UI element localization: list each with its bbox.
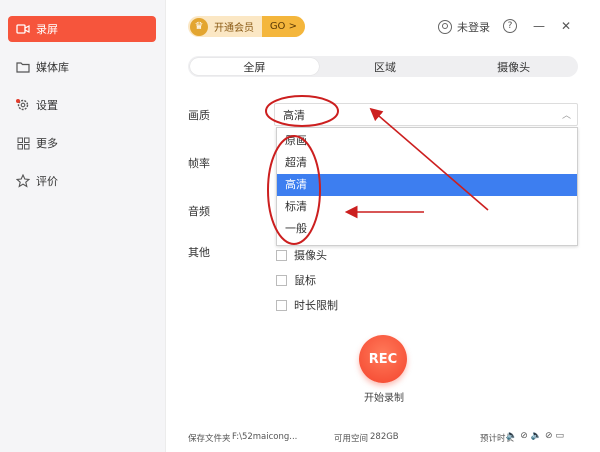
sidebar-item-label: 更多 [36, 137, 58, 150]
quality-option-standard[interactable]: 标清 [277, 196, 577, 218]
quality-option-ultra[interactable]: 超清 [277, 152, 577, 174]
sidebar-item-label: 设置 [36, 99, 58, 112]
vip-banner[interactable]: ♛ 开通会员 GO > [188, 16, 305, 37]
video-camera-icon [16, 22, 30, 36]
folder-icon [16, 60, 30, 74]
close-button[interactable]: ✕ [559, 19, 573, 33]
sidebar-item-media[interactable]: 媒体库 [8, 54, 156, 80]
checkbox-camera[interactable]: 摄像头 [276, 247, 327, 263]
checkbox-box[interactable] [276, 249, 287, 261]
checkbox-box[interactable] [276, 299, 287, 311]
checkbox-label: 摄像头 [294, 249, 327, 262]
framerate-label: 帧率 [188, 157, 210, 170]
status-folder-path[interactable]: F:\52maicong... [232, 432, 297, 442]
vip-go-button[interactable]: GO > [261, 16, 305, 37]
quality-dropdown: 原画 超清 高清 标清 一般 [276, 127, 578, 246]
sidebar-item-label: 录屏 [36, 23, 58, 36]
sidebar-item-rate[interactable]: 评价 [8, 168, 156, 194]
audio-label: 音频 [188, 205, 210, 218]
checkbox-box[interactable] [276, 274, 287, 286]
quality-select[interactable]: 高清 ︿ [274, 103, 578, 126]
sidebar-item-more[interactable]: 更多 [8, 130, 156, 156]
rec-button[interactable]: REC [359, 335, 407, 383]
sidebar-item-settings[interactable]: 设置 [8, 92, 156, 118]
checkbox-label: 时长限制 [294, 299, 338, 312]
mode-tabs: 全屏 区域 摄像头 [188, 56, 578, 77]
quality-option-high[interactable]: 高清 [277, 174, 577, 196]
mute-icon: ⊘ [544, 431, 553, 441]
login-label: 未登录 [457, 21, 490, 34]
tab-region[interactable]: 区域 [321, 56, 450, 77]
status-space-label: 可用空间 [334, 434, 369, 444]
star-icon [16, 174, 30, 188]
checkbox-label: 鼠标 [294, 274, 316, 287]
checkbox-mouse[interactable]: 鼠标 [276, 272, 316, 288]
crown-icon: ♛ [190, 17, 208, 36]
main-panel: ♛ 开通会员 GO > 未登录 ? — ✕ 全屏 区域 摄像头 画质 帧率 音频… [166, 0, 600, 452]
quality-option-original[interactable]: 原画 [277, 130, 577, 152]
status-icons: 🔈 ⊘ 🔈 ⊘ ▭ [506, 431, 567, 441]
rec-caption: 开始录制 [364, 393, 404, 404]
user-icon [438, 20, 452, 34]
camera-icon: ▭ [555, 431, 565, 441]
status-folder-label: 保存文件夹 [188, 434, 231, 444]
chevron-up-icon: ︿ [561, 111, 571, 121]
status-space-value: 282GB [370, 432, 399, 442]
checkbox-time-limit[interactable]: 时长限制 [276, 297, 338, 313]
tab-fullscreen[interactable]: 全屏 [190, 58, 319, 75]
other-label: 其他 [188, 246, 210, 259]
sidebar-item-label: 媒体库 [36, 61, 69, 74]
help-button[interactable]: ? [503, 19, 517, 33]
grid-icon [16, 136, 30, 150]
quality-option-normal[interactable]: 一般 [277, 218, 577, 240]
vip-label: 开通会员 [214, 23, 254, 34]
login-button[interactable]: 未登录 [438, 19, 490, 35]
tab-camera[interactable]: 摄像头 [449, 56, 578, 77]
sidebar-item-label: 评价 [36, 175, 58, 188]
sidebar-item-record[interactable]: 录屏 [8, 16, 156, 42]
sidebar: 录屏 媒体库 设置 更多 评价 [0, 0, 166, 452]
gear-icon [16, 98, 30, 112]
quality-select-value: 高清 [283, 108, 305, 122]
quality-label: 画质 [188, 109, 210, 122]
speaker-icon: 🔈 [506, 431, 518, 441]
mute-icon: ⊘ [520, 431, 528, 441]
speaker-icon: 🔈 [530, 431, 542, 441]
minimize-button[interactable]: — [532, 19, 546, 33]
